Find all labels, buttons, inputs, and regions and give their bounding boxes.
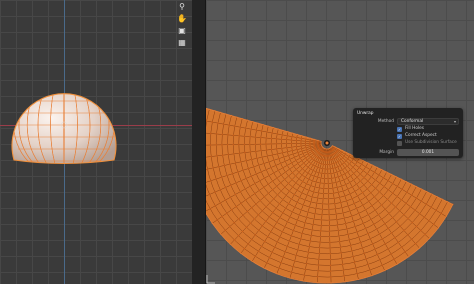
- zoom-icon[interactable]: ⚲: [177, 2, 187, 11]
- viewport-navigation: ⚲ ✋ ▣ ▦: [176, 2, 188, 47]
- uv-sphere-mesh[interactable]: [0, 0, 192, 284]
- margin-field[interactable]: 0.001: [397, 149, 459, 156]
- use-subsurf-checkbox[interactable]: ✓: [397, 140, 402, 146]
- origin-icon: [206, 275, 215, 284]
- correct-aspect-row[interactable]: ✓ Correct Aspect: [397, 133, 437, 139]
- hand-icon[interactable]: ✋: [177, 14, 187, 23]
- correct-aspect-checkbox[interactable]: ✓: [397, 133, 402, 139]
- margin-label: Margin: [379, 150, 394, 155]
- panel-title[interactable]: Unwrap: [357, 111, 374, 117]
- fill-holes-checkbox[interactable]: ✓: [397, 126, 402, 132]
- camera-icon[interactable]: ▣: [177, 26, 187, 35]
- method-label: Method: [377, 119, 394, 124]
- area-divider[interactable]: [192, 0, 206, 284]
- use-subsurf-label: Use Subdivision Surface: [405, 140, 457, 145]
- grid-icon[interactable]: ▦: [177, 38, 187, 47]
- use-subsurf-row[interactable]: ✓ Use Subdivision Surface: [397, 140, 457, 146]
- fill-holes-label: Fill Holes: [405, 126, 425, 131]
- method-dropdown[interactable]: Conformal ▾: [397, 118, 459, 125]
- correct-aspect-label: Correct Aspect: [405, 133, 437, 138]
- unwrap-operator-panel[interactable]: Unwrap Method Conformal ▾ ✓ Fill Holes ✓…: [353, 108, 463, 158]
- method-value: Conformal: [401, 119, 424, 124]
- chevron-down-icon: ▾: [453, 119, 456, 124]
- fill-holes-row[interactable]: ✓ Fill Holes: [397, 126, 424, 132]
- 3d-viewport[interactable]: ⚲ ✋ ▣ ▦: [0, 0, 192, 284]
